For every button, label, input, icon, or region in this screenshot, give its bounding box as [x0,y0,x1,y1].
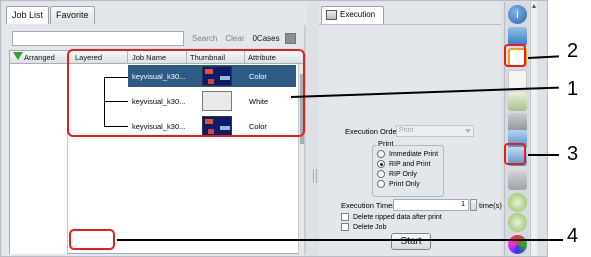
search-row: Search Clear 0Cases [12,30,308,46]
tab-job-list[interactable]: Job List [6,6,50,24]
chevron-down-icon [465,129,471,133]
callout-number-4: 4 [567,225,579,247]
toolbar-scrollbar[interactable] [530,2,537,256]
case-count: 0Cases [252,33,280,43]
radio-rip-and-print[interactable]: RIP and Print [377,160,431,168]
checkbox-delete-job[interactable]: Delete Job [341,223,386,231]
col-arranged[interactable]: Arranged [24,53,55,62]
move-down-icon[interactable] [508,193,527,212]
highlight-box-start [69,229,115,250]
scroll-up-icon[interactable] [532,4,536,8]
spinner-icon[interactable] [470,199,477,211]
highlight-box-job-rows [67,49,305,137]
move-updown-icon[interactable] [508,213,527,232]
highlight-box-execution-icon [504,143,526,165]
callout-line-3 [528,154,559,156]
palette-icon[interactable] [508,235,527,254]
disabled-tool-icon[interactable] [508,171,527,190]
radio-immediate-print[interactable]: Immediate Print [377,150,438,158]
blank-tool-icon[interactable] [508,70,527,89]
callout-line-4 [117,239,563,241]
tab-execution[interactable]: Execution [321,6,384,24]
execution-tab-icon [326,10,337,20]
execution-order-select[interactable]: Print [396,125,474,137]
radio-rip-only[interactable]: RIP Only [377,170,417,178]
info-icon[interactable]: i [508,5,527,24]
callout-number-3: 3 [567,143,579,165]
sort-arrow-icon[interactable] [13,52,23,60]
highlight-box-tool [504,44,526,67]
arranged-column-area [10,64,68,254]
checkbox-delete-ripped[interactable]: Delete ripped data after print [341,213,442,221]
execution-order-label: Execution Order [345,127,400,136]
filter-toggle-icon[interactable] [284,32,296,44]
search-input[interactable] [12,30,184,46]
split-handle[interactable] [313,169,317,183]
print-group-label: Print [377,139,395,148]
side-toolbar: i [504,2,529,256]
execution-panel: Execution Execution Order Print Print Im… [319,2,502,256]
edit-page-icon[interactable] [508,92,527,111]
radio-print-only[interactable]: Print Only [377,180,420,188]
execution-times-label: Execution Times [341,201,397,210]
callout-number-2: 2 [567,40,579,62]
tab-favorite[interactable]: Favorite [50,6,95,24]
search-button[interactable]: Search [192,34,217,43]
start-button[interactable]: Start [391,233,431,250]
clear-button[interactable]: Clear [225,34,244,43]
execution-times-input[interactable]: 1 [393,199,469,211]
callout-number-1: 1 [567,78,579,100]
execution-times-unit: time(s) [479,201,502,210]
left-tab-bar: Job List Favorite [6,6,96,24]
